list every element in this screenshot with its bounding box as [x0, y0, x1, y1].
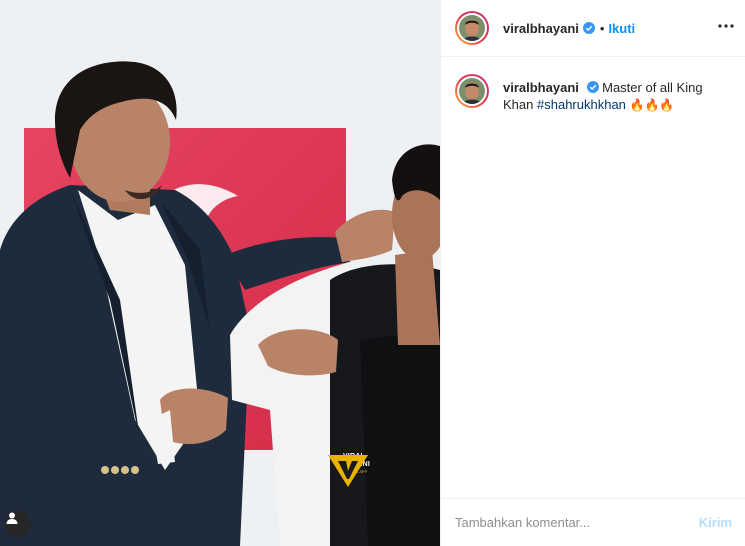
- watermark-v-icon: [328, 455, 368, 487]
- follow-button[interactable]: Ikuti: [608, 21, 635, 36]
- avatar-photo: [459, 78, 485, 104]
- watermark-logo: VIRAL BHAYANI OFFICIAL APP: [326, 453, 382, 511]
- post-caption: viralbhayani Master of all King Khan #sh…: [455, 74, 735, 114]
- user-tag-icon[interactable]: [5, 511, 31, 537]
- comment-input[interactable]: [455, 515, 699, 530]
- caption-username[interactable]: viralbhayani: [503, 80, 579, 95]
- fire-emoji: 🔥🔥🔥: [629, 98, 675, 112]
- post-media[interactable]: VIRAL BHAYANI OFFICIAL APP: [0, 0, 440, 546]
- post-header: viralbhayani • Ikuti: [441, 0, 745, 57]
- caption-avatar[interactable]: [455, 74, 489, 108]
- more-horizontal-icon[interactable]: [716, 16, 736, 36]
- comment-bar: Kirim: [441, 498, 745, 546]
- avatar-photo: [459, 15, 485, 41]
- caption-hashtag[interactable]: #shahrukhkhan: [537, 97, 626, 112]
- post-side-panel: viralbhayani • Ikuti viralbhayani Master…: [440, 0, 745, 546]
- separator-dot: •: [599, 20, 605, 36]
- author-avatar[interactable]: [455, 11, 489, 45]
- verified-badge-icon: [586, 81, 599, 93]
- author-username[interactable]: viralbhayani: [503, 21, 579, 36]
- caption-text: viralbhayani Master of all King Khan #sh…: [503, 79, 723, 114]
- post-comment-button[interactable]: Kirim: [699, 515, 732, 530]
- verified-badge-icon: [582, 22, 595, 34]
